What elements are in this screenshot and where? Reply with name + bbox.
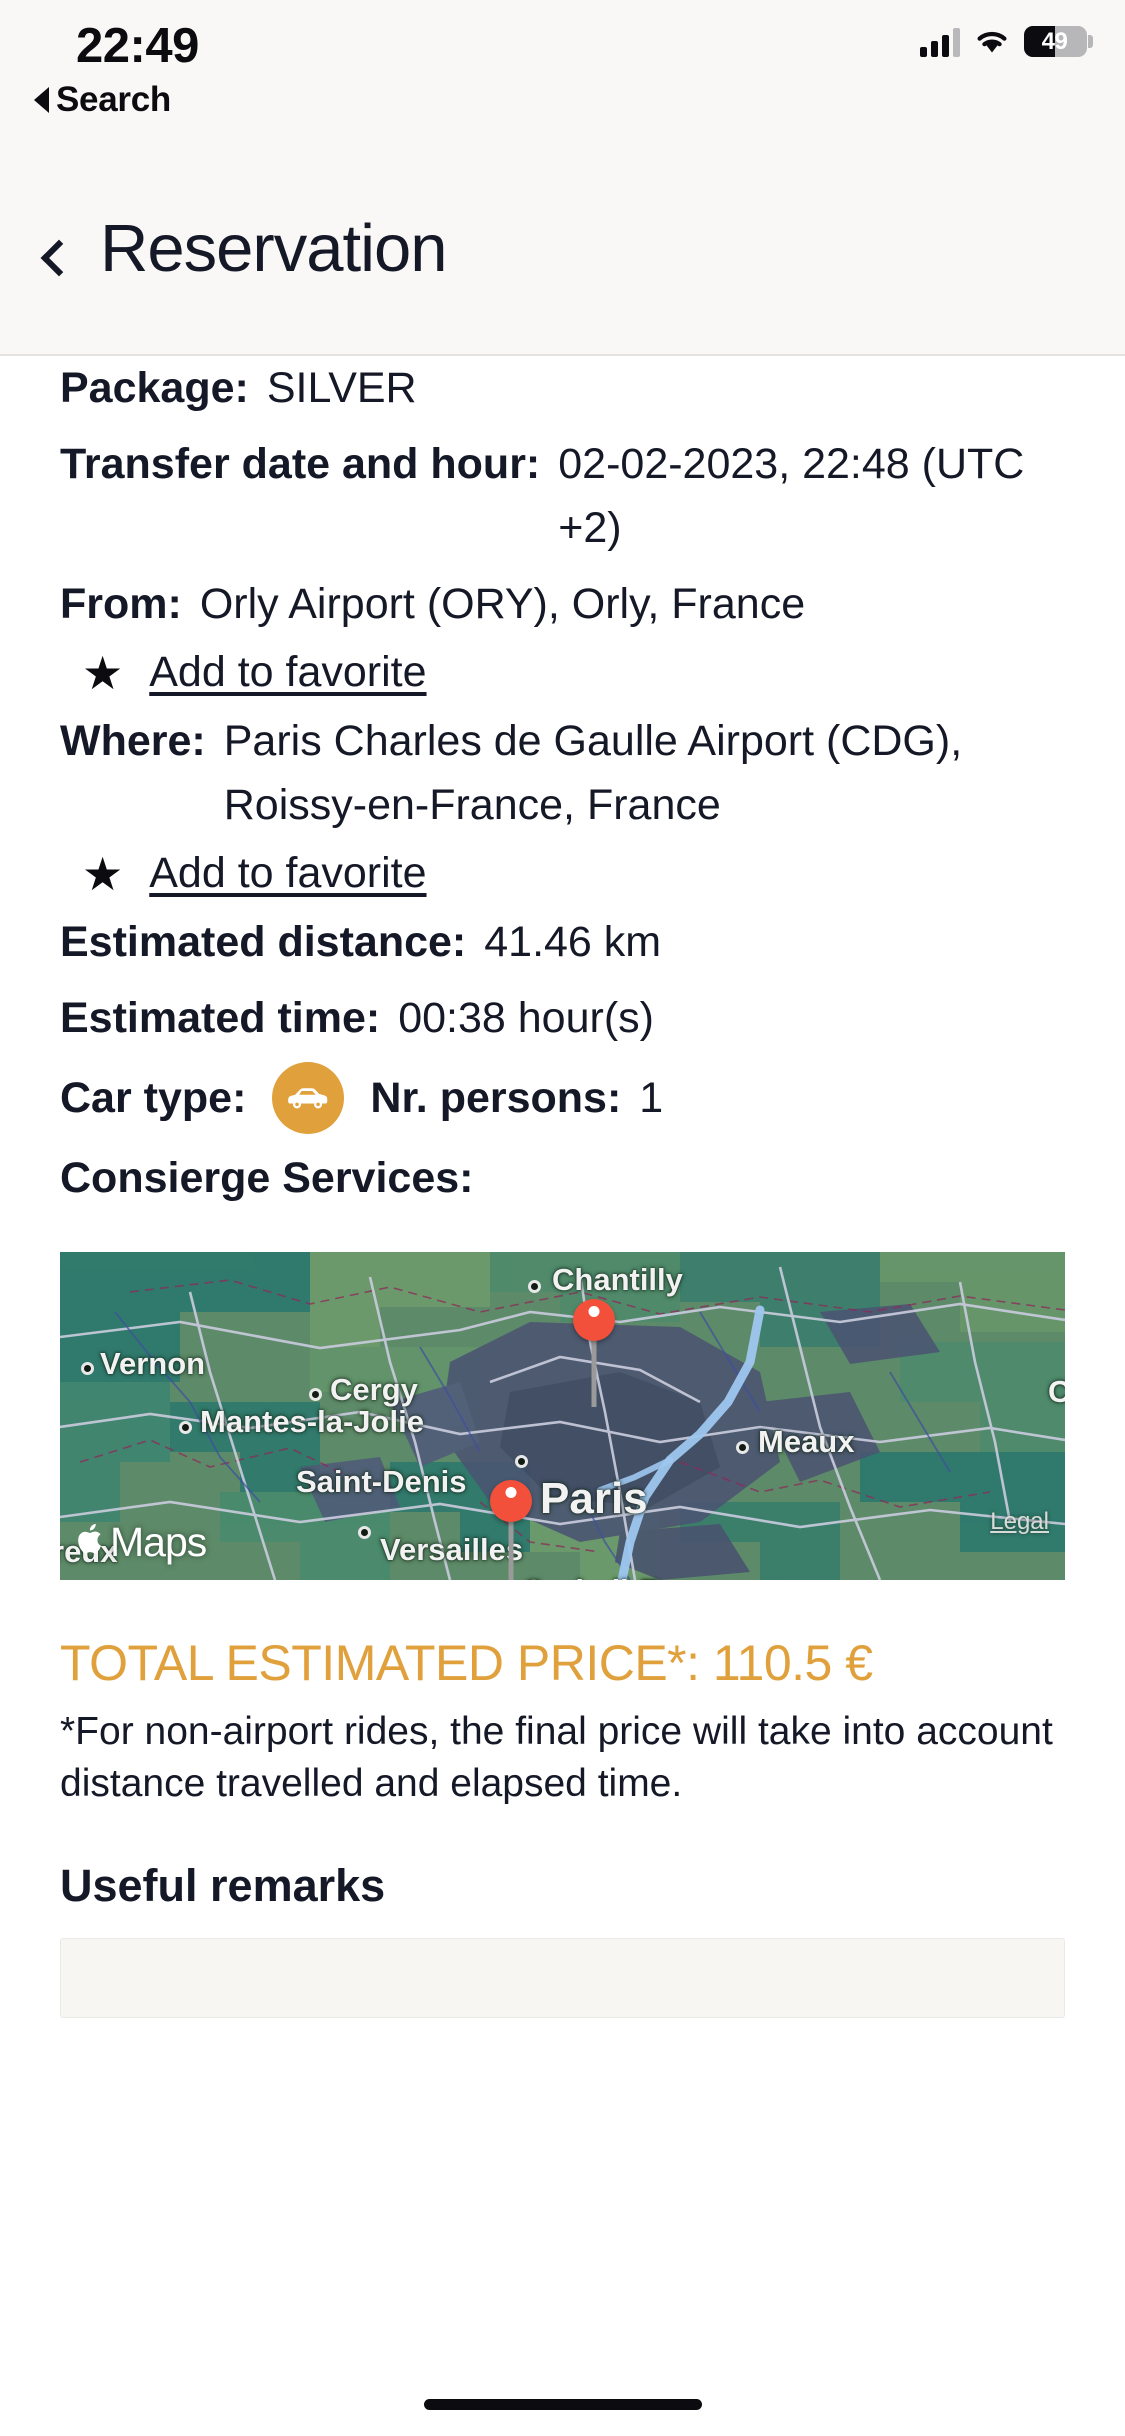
status-bar: 22:49 Search 49 [0,0,1125,120]
distance-value: 41.46 km [484,918,662,966]
map-pin-icon-destination[interactable] [573,1299,615,1409]
home-indicator [423,2399,702,2410]
map-dot-meaux [736,1441,749,1454]
add-where-to-favorite-label: Add to favorite [149,849,427,897]
map-dot-saint-denis [515,1455,528,1468]
field-package: Package: SILVER [60,356,1065,420]
add-from-to-favorite-label: Add to favorite [149,648,427,696]
map-dot-mantes [179,1421,192,1434]
star-filled-icon: ★ [82,646,124,699]
field-estimated-distance: Estimated distance: 41.46 km [60,910,1065,974]
field-where: Where: Paris Charles de Gaulle Airport (… [60,709,1065,837]
reservation-fields: Package: SILVER Transfer date and hour: … [0,356,1125,636]
status-bar-back-label: Search [56,80,171,119]
battery-level-label: 49 [1041,27,1068,55]
map-canvas [60,1252,1065,1580]
phone-screen: 22:49 Search 49 Reservation Package: SIL… [0,0,1125,2436]
package-value: SILVER [266,364,417,412]
persons-label: Nr. persons: [370,1074,622,1122]
useful-remarks-input[interactable] [60,1938,1065,2018]
status-bar-back-to-app[interactable]: Search [34,80,171,120]
reservation-content: Package: SILVER Transfer date and hour: … [0,356,1125,2018]
signal-bars-icon [920,27,960,57]
status-bar-indicators: 49 [920,26,1093,57]
add-from-to-favorite-button[interactable]: ★ Add to favorite [0,648,1125,697]
price-disclaimer: *For non-airport rides, the final price … [60,1710,1053,1805]
map-dot-cergy [309,1388,322,1401]
wifi-icon [974,28,1010,56]
reservation-fields-where: Where: Paris Charles de Gaulle Airport (… [0,709,1125,837]
status-bar-time: 22:49 [76,19,199,73]
package-label: Package: [60,364,249,412]
field-transfer-datetime: Transfer date and hour: 02-02-2023, 22:4… [60,432,1065,560]
route-map[interactable]: Chantilly Vernon Cergy Mantes-la-Jolie S… [60,1252,1065,1580]
where-label: Where: [60,717,206,765]
distance-label: Estimated distance: [60,918,467,966]
apple-maps-label: Maps [110,1519,207,1565]
battery-icon: 49 [1024,26,1093,57]
field-car-type: Car type: Nr. persons: 1 [0,1062,1125,1134]
map-pin-icon-origin[interactable] [490,1480,532,1580]
apple-maps-attribution: Maps [78,1519,207,1566]
car-icon[interactable] [272,1062,345,1134]
add-where-to-favorite-button[interactable]: ★ Add to favorite [0,849,1125,898]
map-dot-vernon [81,1362,94,1375]
car-type-label: Car type: [60,1074,247,1122]
time-label: Estimated time: [60,994,381,1042]
time-value: 00:38 hour(s) [398,994,654,1042]
field-from: From: Orly Airport (ORY), Orly, France [60,572,1065,636]
back-triangle-icon [34,87,49,113]
from-label: From: [60,580,182,628]
chevron-left-icon [40,239,78,277]
persons-value: 1 [639,1074,664,1122]
map-legal-link[interactable]: Legal [990,1508,1049,1536]
consierge-services-label: Consierge Services: [60,1154,474,1202]
navigation-bar: Reservation [0,118,1125,356]
back-button[interactable] [22,218,88,298]
star-filled-icon: ★ [82,847,124,900]
useful-remarks-title: Useful remarks [60,1860,386,1911]
reservation-fields-estimates: Estimated distance: 41.46 km Estimated t… [0,910,1125,1050]
apple-logo-icon [78,1522,106,1563]
total-estimated-price: TOTAL ESTIMATED PRICE*: 110.5 € [60,1635,873,1691]
from-value: Orly Airport (ORY), Orly, France [199,580,806,628]
map-dot-versailles [358,1526,371,1539]
page-title: Reservation [100,211,448,286]
transfer-label: Transfer date and hour: [60,440,541,488]
field-estimated-time: Estimated time: 00:38 hour(s) [60,986,1065,1050]
transfer-value: 02-02-2023, 22:48 (UTC +2) [558,440,1025,552]
map-dot-chantilly [528,1280,541,1293]
where-value: Paris Charles de Gaulle Airport (CDG), R… [223,717,963,829]
